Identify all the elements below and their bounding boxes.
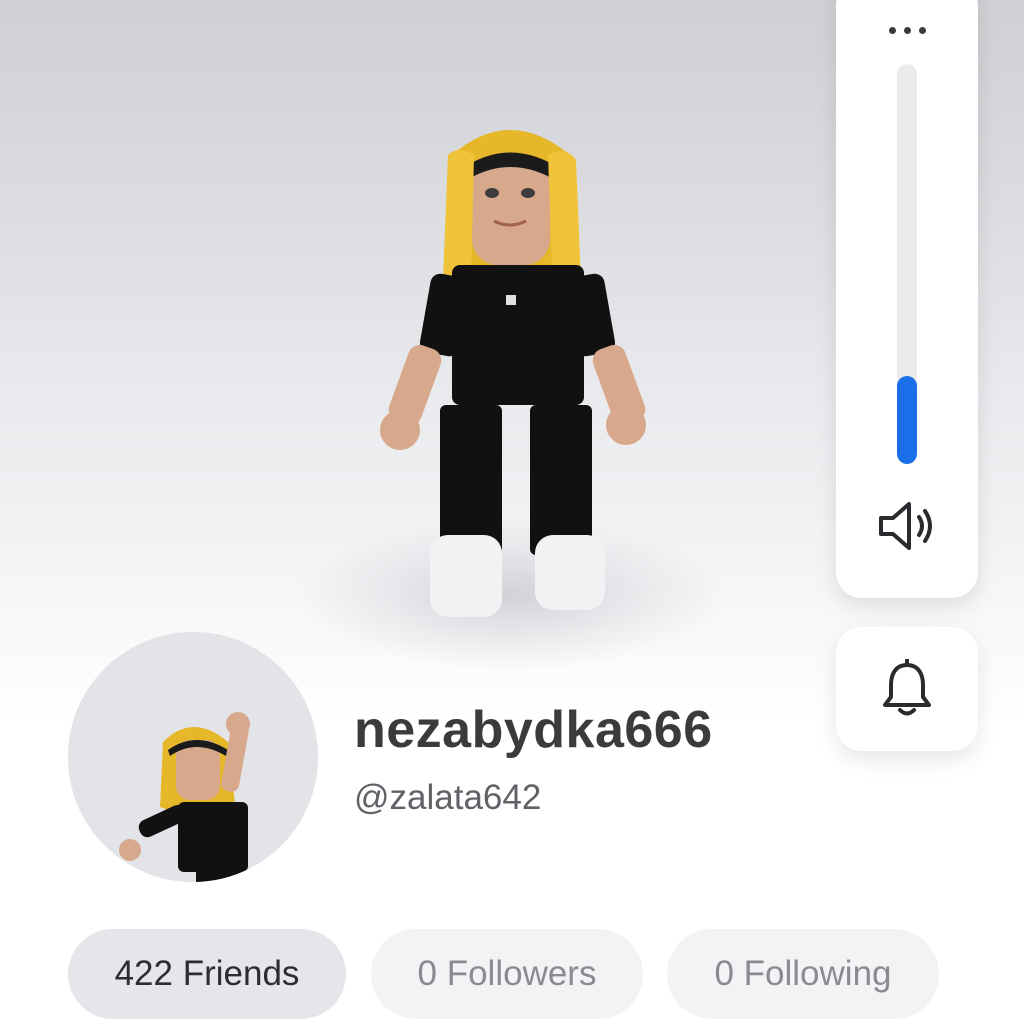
following-count-label: 0 Following xyxy=(714,954,892,993)
bell-icon xyxy=(883,659,931,716)
more-dot xyxy=(918,26,926,34)
avatar[interactable] xyxy=(68,632,318,882)
side-controls-panel xyxy=(836,0,978,598)
avatar-headshot xyxy=(68,632,318,882)
friends-button[interactable]: 422 Friends xyxy=(68,929,346,1019)
more-options-button[interactable] xyxy=(866,10,948,50)
speaker-icon xyxy=(879,502,932,550)
more-dot xyxy=(888,26,896,34)
volume-fill xyxy=(897,376,917,464)
username: @zalata642 xyxy=(354,778,542,817)
speaker-button[interactable] xyxy=(873,495,941,557)
notifications-button[interactable] xyxy=(836,627,978,751)
volume-slider[interactable] xyxy=(897,64,917,464)
friends-count-label: 422 Friends xyxy=(114,954,300,993)
followers-count-label: 0 Followers xyxy=(417,954,597,993)
avatar-3d-figure xyxy=(380,130,646,617)
more-dot xyxy=(903,26,911,34)
followers-button[interactable]: 0 Followers xyxy=(371,929,643,1019)
following-button[interactable]: 0 Following xyxy=(667,929,939,1019)
display-name: nezabydka666 xyxy=(354,701,713,759)
